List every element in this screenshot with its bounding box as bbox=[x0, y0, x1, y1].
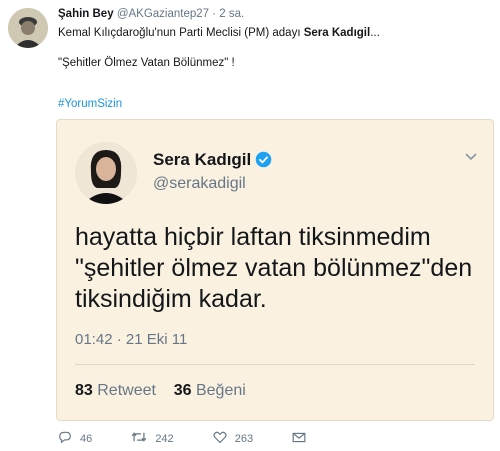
quoted-tweet-stats: 83 Retweet 36 Beğeni bbox=[75, 382, 246, 400]
chevron-down-icon[interactable] bbox=[465, 150, 477, 164]
retweet-label[interactable]: Retweet bbox=[97, 382, 156, 399]
hashtag-link[interactable]: #YorumSizin bbox=[58, 98, 122, 110]
like-count[interactable]: 36 bbox=[174, 382, 192, 399]
like-button[interactable]: 263 bbox=[213, 431, 253, 446]
tweet-text-part: Kemal Kılıçdaroğlu'nun Parti Meclisi (PM… bbox=[58, 27, 304, 39]
reply-count: 46 bbox=[80, 432, 93, 445]
like-count-action: 263 bbox=[234, 432, 254, 445]
author-avatar[interactable] bbox=[8, 8, 48, 48]
tweet-text-bold: Sera Kadıgil bbox=[303, 27, 371, 39]
tweet-actions: 46 242 263 bbox=[58, 431, 314, 446]
direct-message-button[interactable] bbox=[292, 432, 314, 446]
like-label[interactable]: Beğeni bbox=[196, 382, 246, 399]
reply-icon bbox=[58, 431, 80, 446]
tweet-text-ellipsis: ... bbox=[370, 27, 380, 39]
retweet-count[interactable]: 83 bbox=[75, 382, 93, 399]
tweet-text-line1: Kemal Kılıçdaroğlu'nun Parti Meclisi (PM… bbox=[58, 27, 380, 39]
verified-badge-icon bbox=[255, 151, 272, 173]
quoted-tweet-text: hayatta hiçbir laftan tiksinmedim "şehit… bbox=[75, 223, 473, 313]
retweet-button[interactable]: 242 bbox=[131, 431, 174, 446]
quoted-author-name[interactable]: Sera Kadıgil bbox=[153, 150, 272, 173]
author-name[interactable]: Şahin Bey bbox=[58, 8, 114, 20]
quoted-tweet-timestamp[interactable]: 01:42 · 21 Eki 11 bbox=[75, 331, 187, 348]
quoted-author-handle[interactable]: @serakadigil bbox=[153, 175, 246, 193]
reply-button[interactable]: 46 bbox=[58, 431, 92, 446]
tweet-header: Şahin Bey @AKGaziantep27 · 2 sa. bbox=[58, 8, 244, 20]
quoted-tweet[interactable]: Sera Kadıgil @serakadigil hayatta hiçbir… bbox=[56, 119, 494, 421]
author-handle-time[interactable]: @AKGaziantep27 · 2 sa. bbox=[117, 8, 244, 20]
tweet-text-line2: "Şehitler Ölmez Vatan Bölünmez" ! bbox=[58, 57, 235, 69]
like-icon bbox=[213, 431, 235, 446]
direct-message-icon bbox=[292, 432, 314, 446]
retweet-icon bbox=[131, 431, 155, 446]
quoted-author-avatar[interactable] bbox=[75, 142, 137, 204]
divider bbox=[75, 364, 475, 365]
retweet-count-action: 242 bbox=[155, 432, 174, 445]
quoted-author-name-text: Sera Kadıgil bbox=[153, 150, 252, 169]
